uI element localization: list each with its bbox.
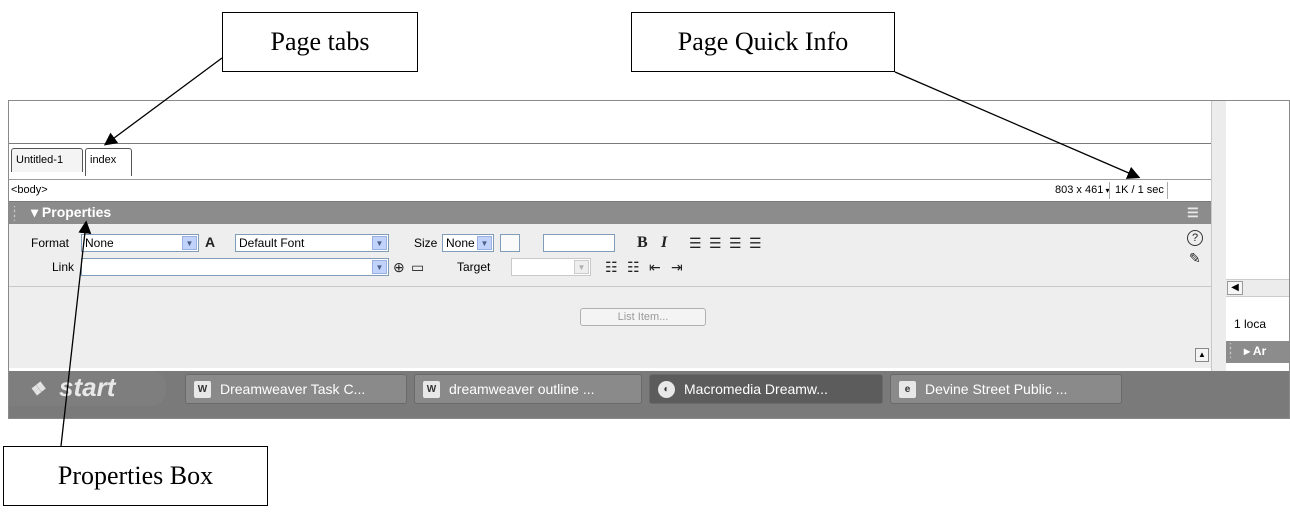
tab-untitled-1[interactable]: Untitled-1 <box>11 148 83 172</box>
properties-header[interactable]: ::: ▾ Properties ☰ <box>9 202 1211 224</box>
horizontal-scrollbar[interactable]: ◀ <box>1226 279 1289 297</box>
page-tab-bar: Untitled-1 index <box>9 143 1211 180</box>
size-label: Size <box>414 236 438 250</box>
format-select[interactable]: None ▼ <box>81 234 199 252</box>
word-doc-icon: W <box>194 381 211 398</box>
format-label: Format <box>31 236 70 250</box>
window-size-value[interactable]: 803 x 461 <box>1055 184 1103 196</box>
dreamweaver-icon: ◐ <box>658 381 675 398</box>
start-button[interactable]: ❖ start <box>9 371 166 406</box>
text-color-picker[interactable] <box>500 234 520 252</box>
chevron-down-icon[interactable]: ▼ <box>574 260 589 274</box>
files-panel: ◀ 1 loca ::: ▸ Ar <box>1226 101 1289 371</box>
help-icon[interactable]: ? <box>1187 230 1203 246</box>
chevron-down-icon[interactable]: ▼ <box>372 236 387 250</box>
tab-index[interactable]: index <box>85 148 132 176</box>
windows-logo-icon: ❖ <box>29 379 46 399</box>
link-label: Link <box>52 260 75 274</box>
word-doc-icon: W <box>423 381 440 398</box>
callout-page-quick-info: Page Quick Info <box>631 12 895 72</box>
text-color-field[interactable] <box>543 234 615 252</box>
taskbar-item-label: Dreamweaver Task C... <box>220 381 366 397</box>
taskbar-item-devine-street[interactable]: e Devine Street Public ... <box>890 374 1122 404</box>
properties-inspector: ::: ▾ Properties ☰ Format None ▼ A Defau… <box>9 201 1211 368</box>
panel-grip-icon[interactable]: ::: <box>13 204 16 223</box>
bold-icon[interactable]: B <box>637 235 648 251</box>
ordered-list-icon[interactable]: ☷ <box>627 259 640 275</box>
scroll-left-icon[interactable]: ◀ <box>1227 281 1243 295</box>
quick-tag-editor-icon[interactable]: ✎ <box>1189 250 1201 266</box>
indent-icon[interactable]: ⇥ <box>671 259 683 275</box>
vertical-scrollbar[interactable] <box>1211 101 1226 371</box>
taskbar-item-label: Macromedia Dreamw... <box>684 381 828 397</box>
panel-grip-icon[interactable]: ::: <box>1229 341 1232 360</box>
download-time-readout: 1K / 1 sec <box>1115 184 1164 196</box>
properties-divider <box>9 286 1211 287</box>
list-item-button[interactable]: List Item... <box>580 308 706 326</box>
size-select[interactable]: None ▼ <box>442 234 494 252</box>
answers-panel-header[interactable]: ::: ▸ Ar <box>1226 341 1289 363</box>
callout-properties-box: Properties Box <box>3 446 268 506</box>
dreamweaver-window: Untitled-1 index <body> 803 x 461 ▾ 1K /… <box>8 100 1290 419</box>
panel-options-icon[interactable]: ☰ <box>1187 205 1199 221</box>
local-items-count: 1 loca <box>1234 317 1267 331</box>
link-field[interactable]: ▼ <box>81 258 389 276</box>
outdent-icon[interactable]: ⇤ <box>649 259 661 275</box>
expander-arrow-icon[interactable]: ▲ <box>1195 348 1209 362</box>
chevron-down-icon[interactable]: ▼ <box>182 236 197 250</box>
taskbar-item-dreamweaver-outline[interactable]: W dreamweaver outline ... <box>414 374 642 404</box>
chevron-down-icon[interactable]: ▼ <box>372 260 387 274</box>
folder-icon[interactable]: ▭ <box>411 259 424 275</box>
unordered-list-icon[interactable]: ☷ <box>605 259 618 275</box>
status-bar: <body> 803 x 461 ▾ 1K / 1 sec <box>9 179 1211 202</box>
taskbar-item-macromedia-dreamweaver[interactable]: ◐ Macromedia Dreamw... <box>649 374 883 404</box>
align-left-icon[interactable]: ☰ <box>689 235 702 251</box>
window-size-readout[interactable]: 803 x 461 ▾ <box>1055 184 1110 196</box>
start-label: start <box>59 372 116 402</box>
tag-selector[interactable]: <body> <box>11 184 48 196</box>
target-label: Target <box>457 260 491 274</box>
properties-title[interactable]: ▾ Properties <box>31 204 111 221</box>
taskbar-item-dreamweaver-task[interactable]: W Dreamweaver Task C... <box>185 374 407 404</box>
taskbar-item-label: Devine Street Public ... <box>925 381 1068 397</box>
document-canvas[interactable] <box>9 101 1212 143</box>
windows-taskbar: ❖ start W Dreamweaver Task C... W dreamw… <box>9 371 1289 418</box>
chevron-down-icon[interactable]: ▼ <box>477 236 492 250</box>
align-center-icon[interactable]: ☰ <box>709 235 722 251</box>
justify-icon[interactable]: ☰ <box>749 235 762 251</box>
status-divider <box>1109 182 1110 199</box>
answers-panel-title[interactable]: ▸ Ar <box>1244 344 1266 358</box>
point-to-file-icon[interactable]: ⊕ <box>393 259 405 275</box>
callout-page-tabs: Page tabs <box>222 12 418 72</box>
font-style-icon[interactable]: A <box>205 234 215 250</box>
font-select[interactable]: Default Font ▼ <box>235 234 389 252</box>
align-right-icon[interactable]: ☰ <box>729 235 742 251</box>
browser-icon: e <box>899 381 916 398</box>
target-select[interactable]: ▼ <box>511 258 591 276</box>
italic-icon[interactable]: I <box>661 235 667 251</box>
status-divider <box>1167 182 1168 199</box>
taskbar-item-label: dreamweaver outline ... <box>449 381 595 397</box>
